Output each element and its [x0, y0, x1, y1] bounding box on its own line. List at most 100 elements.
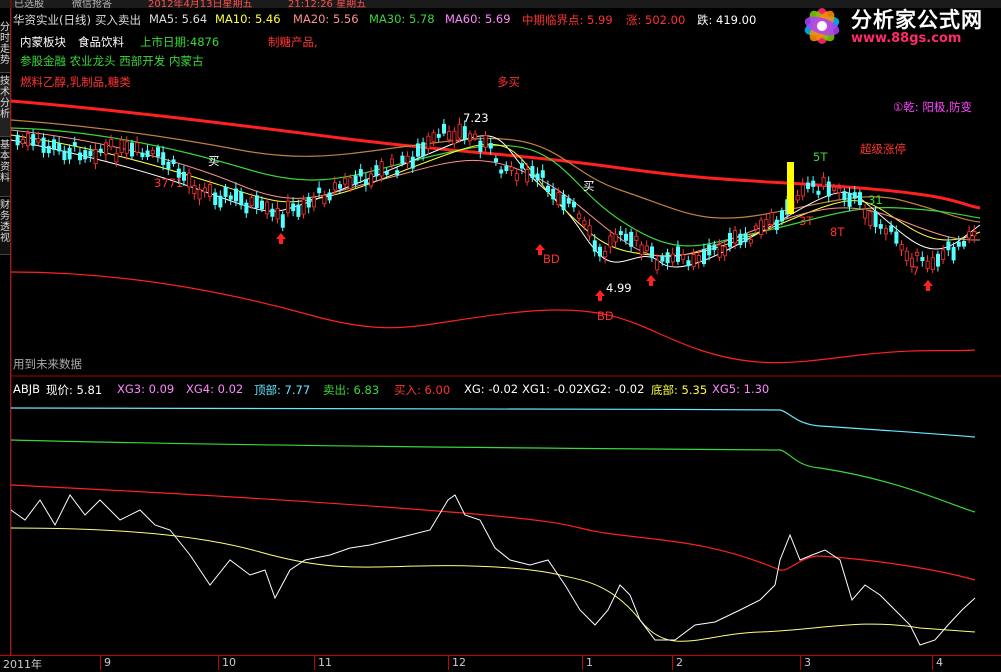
x-tick-label: 1 [586, 656, 593, 669]
candle-body [72, 142, 77, 147]
candle-body [322, 194, 327, 205]
sub-xg3: XG3: 0.09 [117, 382, 175, 396]
duomai-label: 多买 [497, 75, 520, 89]
candle-body [676, 246, 681, 262]
sub-xg1: XG1: -0.02 [522, 382, 584, 396]
candle-body [520, 163, 525, 169]
candle-body [447, 131, 452, 141]
candle-body [348, 177, 353, 190]
candle-body [868, 211, 873, 226]
candle-body [265, 201, 270, 215]
candle-body [572, 201, 577, 208]
candle-body [650, 246, 655, 258]
candle-body [452, 130, 457, 145]
candle-body [218, 195, 223, 208]
candle-body [717, 244, 722, 258]
candle-body [764, 219, 769, 231]
candle-body [254, 195, 259, 209]
candle-body [488, 143, 493, 149]
candle-body [405, 155, 410, 164]
candle-body [41, 137, 46, 153]
candle-body [270, 208, 275, 217]
candle-body [353, 175, 358, 185]
candle-body [702, 249, 707, 265]
candle-body [140, 152, 145, 158]
candle-body [332, 182, 337, 191]
candle-body [389, 158, 394, 166]
candle-body [920, 257, 925, 262]
candle-body [821, 176, 826, 187]
indicator-name[interactable]: 买入卖出 [95, 12, 141, 28]
industry-label: 食品饮料 [78, 35, 124, 49]
candle-body [483, 135, 488, 148]
candle-body [207, 184, 212, 197]
logo-icon [804, 8, 840, 44]
ma30-line [10, 119, 981, 223]
candle-body [733, 230, 738, 244]
x-tick-label: 10 [222, 656, 236, 669]
candle-body [681, 254, 686, 260]
candle-body [233, 188, 238, 202]
candle-body [31, 134, 36, 146]
candle-body [712, 244, 717, 251]
candle-body [847, 193, 852, 207]
high-price-label: 7.23 [463, 111, 489, 125]
candle-body [811, 180, 816, 187]
sector-label: 内蒙板块 [20, 35, 66, 49]
candle-body [187, 172, 192, 188]
candle-body [743, 233, 748, 243]
super-limit-label: 超级涨停 [860, 142, 906, 156]
ma60-value: MA60: 5.69 [445, 12, 511, 26]
candle-body [837, 187, 842, 194]
candle-body [426, 135, 431, 149]
candle-body [665, 252, 670, 264]
candle-body [161, 152, 166, 165]
candle-body [20, 139, 25, 144]
candle-body [327, 192, 332, 201]
cyan-line [10, 407, 976, 438]
candle-body [25, 132, 30, 147]
sub-indicator-name[interactable]: ABJB [13, 382, 40, 396]
candle-body [36, 138, 41, 143]
candle-body [155, 147, 160, 157]
x-axis: 2011年 9 10 11 12 1 2 3 4 [0, 655, 1001, 671]
candle-body [618, 231, 623, 235]
candle-body [852, 192, 857, 199]
candle-body [504, 165, 509, 171]
bd-mark-2: BD [597, 309, 614, 323]
x-tick-label: 3 [804, 656, 811, 669]
candle-body [93, 149, 98, 165]
candle-body [546, 185, 551, 193]
candle-body [592, 240, 597, 252]
candle-body [197, 189, 202, 200]
candle-body [421, 142, 426, 157]
candle-body [114, 152, 119, 163]
candle-body [941, 249, 946, 260]
rise-count: 涨: 502.00 [626, 13, 686, 27]
site-logo[interactable]: 分析家公式网 www.88gs.com [796, 0, 1001, 52]
stock-title: 华资实业(日线) [13, 13, 91, 27]
logo-text: 分析家公式网 [851, 8, 983, 32]
candle-body [343, 177, 348, 185]
candle-body [374, 165, 379, 177]
candle-body [15, 134, 20, 146]
candle-body [889, 225, 894, 232]
sub-top: 顶部: 7.77 [254, 383, 311, 397]
candle-body [150, 149, 155, 154]
x-tick-label: 9 [104, 656, 111, 669]
candle-body [759, 219, 764, 235]
candle-body [478, 140, 483, 152]
candle-body [171, 159, 176, 165]
candle-body [337, 184, 342, 189]
red-sub-line [10, 484, 976, 581]
candle-body [109, 139, 114, 148]
candle-body [436, 134, 441, 138]
candle-body [525, 169, 530, 183]
candle-body [598, 246, 603, 257]
candle-body [582, 220, 587, 226]
candle-body [124, 141, 129, 154]
candle-body [728, 232, 733, 247]
candle-body [129, 142, 134, 157]
candle-body [239, 191, 244, 206]
candle-body [863, 208, 868, 219]
